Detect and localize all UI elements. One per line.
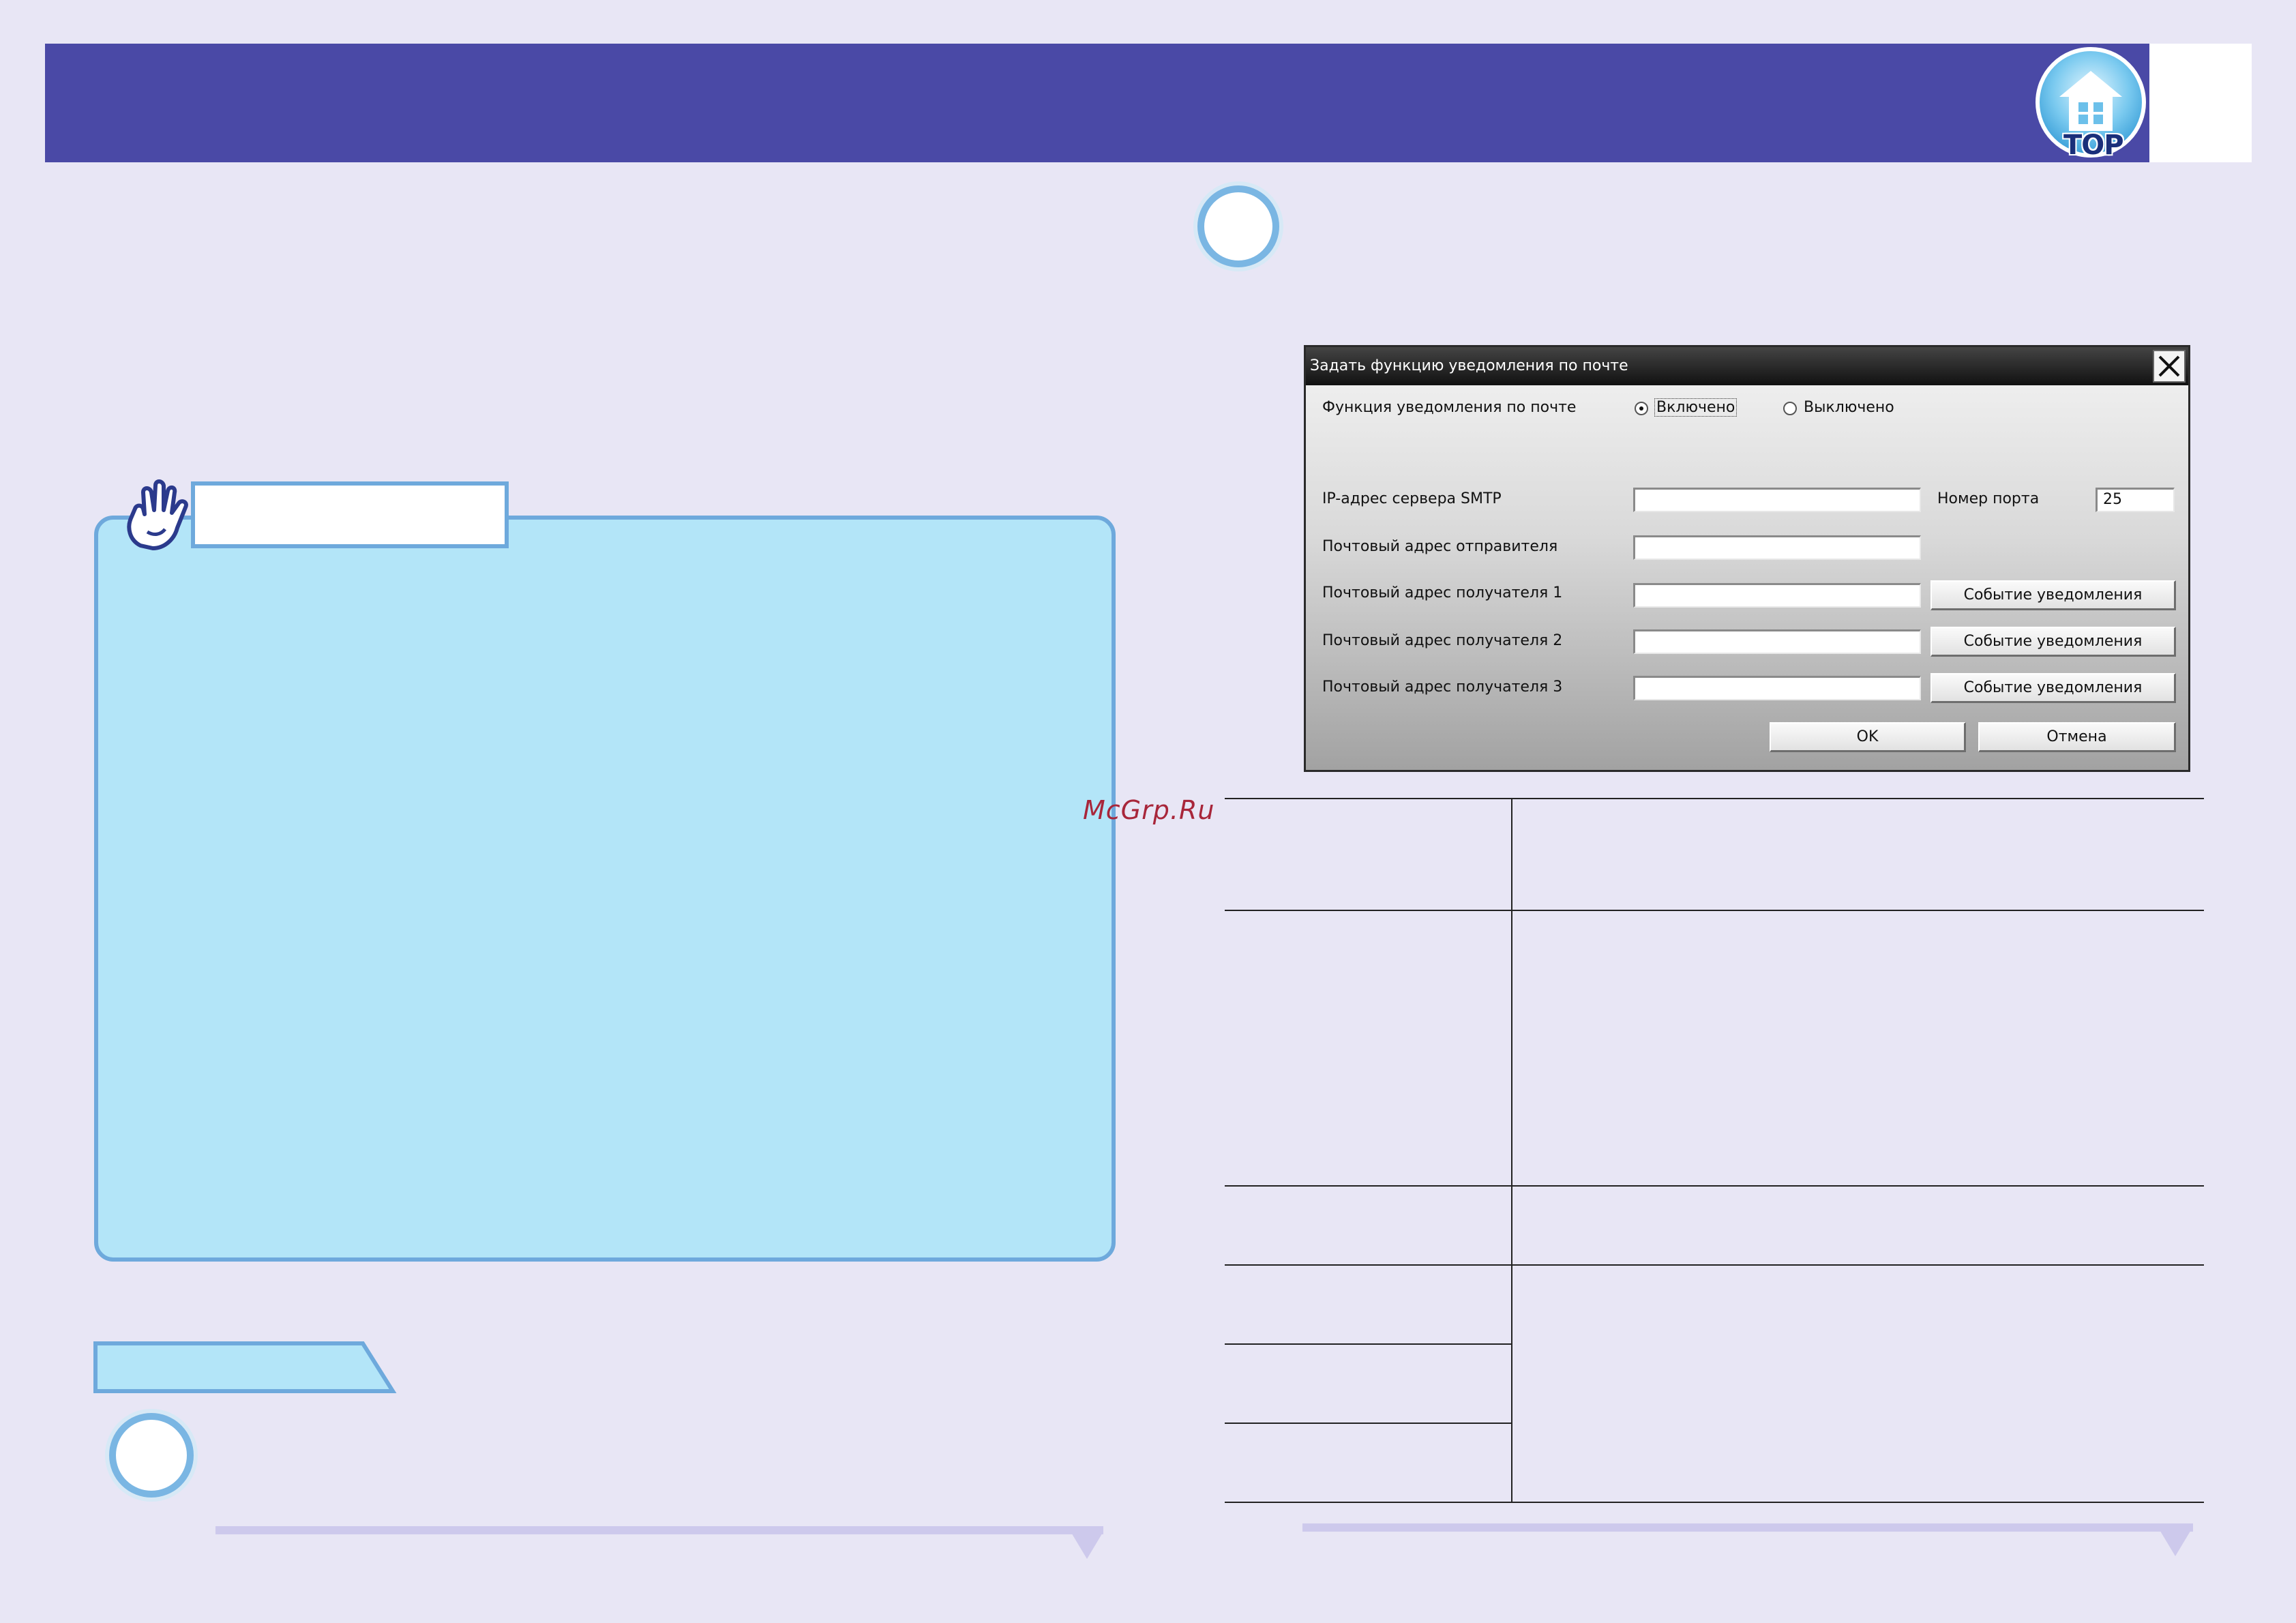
top-button-label: TOP xyxy=(2063,130,2124,161)
sender-label: Почтовый адрес отправителя xyxy=(1322,538,1558,555)
note-box xyxy=(94,516,1116,1262)
table-rule xyxy=(1225,1185,2204,1187)
recipient-1-input[interactable] xyxy=(1633,583,1921,608)
header-corner xyxy=(2149,44,2252,162)
table-rule xyxy=(1225,798,2204,799)
table-rule xyxy=(1225,1423,1512,1424)
port-input[interactable]: 25 xyxy=(2096,488,2175,512)
step-circle-left xyxy=(109,1413,194,1498)
pointing-hand-icon xyxy=(120,477,195,558)
table-rule xyxy=(1225,1264,2204,1266)
section-tab xyxy=(93,1341,397,1393)
dialog-titlebar: Задать функцию уведомления по почте xyxy=(1306,347,2188,385)
dialog-title: Задать функцию уведомления по почте xyxy=(1310,357,1628,374)
recipient-1-event-button[interactable]: Событие уведомления xyxy=(1930,580,2176,610)
smtp-input[interactable] xyxy=(1633,488,1921,512)
note-title-box xyxy=(191,481,509,548)
table-column-divider xyxy=(1511,798,1512,1503)
recipient-3-event-button[interactable]: Событие уведомления xyxy=(1930,673,2176,703)
footer-line-left xyxy=(215,1526,1103,1534)
step-circle-right xyxy=(1197,185,1279,267)
smtp-label: IP-адрес сервера SMTP xyxy=(1322,490,1502,507)
notification-label: Функция уведомления по почте xyxy=(1322,399,1577,416)
cancel-button[interactable]: Отмена xyxy=(1978,722,2176,752)
table-rule xyxy=(1225,1502,2204,1503)
sender-input[interactable] xyxy=(1633,535,1921,560)
radio-on-label[interactable]: Включено xyxy=(1654,398,1738,417)
header-bar xyxy=(45,44,2149,162)
table-rule xyxy=(1225,910,2204,911)
settings-table xyxy=(1225,798,2204,1503)
close-button[interactable] xyxy=(2153,350,2186,383)
footer-arrow-left xyxy=(1071,1532,1103,1559)
mail-notification-dialog: Задать функцию уведомления по почте Функ… xyxy=(1304,345,2190,772)
footer-arrow-right xyxy=(2159,1529,2192,1556)
recipient-2-label: Почтовый адрес получателя 2 xyxy=(1322,632,1563,649)
recipient-1-label: Почтовый адрес получателя 1 xyxy=(1322,584,1563,601)
radio-off[interactable] xyxy=(1783,402,1797,415)
recipient-2-event-button[interactable]: Событие уведомления xyxy=(1930,627,2176,657)
ok-button[interactable]: OK xyxy=(1770,722,1966,752)
radio-selected-icon xyxy=(1639,406,1643,411)
footer-line-right xyxy=(1302,1523,2193,1532)
recipient-3-input[interactable] xyxy=(1633,676,1921,700)
recipient-2-input[interactable] xyxy=(1633,629,1921,654)
close-icon xyxy=(2158,355,2180,377)
radio-off-label[interactable]: Выключено xyxy=(1804,399,1894,416)
radio-on[interactable] xyxy=(1635,402,1648,415)
top-button[interactable]: TOP xyxy=(2035,44,2151,165)
port-label: Номер порта xyxy=(1937,490,2040,507)
recipient-3-label: Почтовый адрес получателя 3 xyxy=(1322,679,1563,696)
table-rule xyxy=(1225,1343,1512,1345)
watermark: McGrp.Ru xyxy=(1083,795,1215,825)
